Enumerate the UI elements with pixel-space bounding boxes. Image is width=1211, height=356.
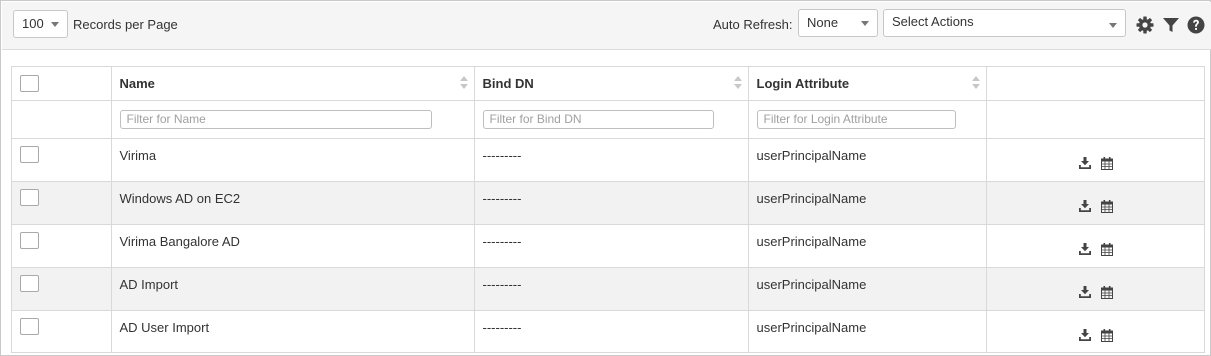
download-icon[interactable] [1078,199,1091,215]
login-attribute-cell: userPrincipalName [748,310,987,353]
auto-refresh-select[interactable]: None [798,9,878,37]
row-select-cell [12,310,112,353]
table-header: Name Bind DN Login Attribute [12,67,1204,100]
calendar-icon[interactable] [1100,285,1113,302]
row-checkbox[interactable] [20,188,39,206]
row-select-cell [12,138,112,181]
login-attribute-text: userPrincipalName [756,319,867,335]
name-cell: Virima Bangalore AD [111,224,475,267]
gear-icon[interactable] [1135,15,1155,35]
download-icon[interactable] [1078,242,1091,258]
table-row[interactable]: AD Import --------- userPrincipalName [12,267,1204,310]
download-icon[interactable] [1078,156,1091,172]
filter-login-attribute-input[interactable] [756,109,956,129]
name-text: AD User Import [119,319,210,335]
chevron-down-icon [861,21,869,26]
login-attribute-text: userPrincipalName [756,147,867,163]
ldap-config-panel: 100 Records per Page Auto Refresh: None … [0,0,1211,356]
column-header-label: Bind DN [482,75,534,91]
chevron-down-icon [51,22,59,27]
column-header-actions [986,67,1204,100]
table-row[interactable]: Virima --------- userPrincipalName [12,138,1204,181]
column-header-name[interactable]: Name [111,67,475,100]
name-text: Virima [119,147,157,163]
calendar-icon[interactable] [1100,242,1113,259]
records-per-page-select[interactable]: 100 [13,10,68,38]
select-all-cell [12,67,112,100]
records-per-page-label: Records per Page [73,17,178,32]
chevron-down-icon [1109,23,1117,28]
bind-dn-text: --------- [482,319,522,335]
row-select-cell [12,267,112,310]
sort-icon[interactable] [971,76,980,90]
name-text: Virima Bangalore AD [119,233,240,249]
column-header-bind-dn[interactable]: Bind DN [474,67,749,100]
login-attribute-text: userPrincipalName [756,190,867,206]
ldap-grid: Name Bind DN Login Attribute Filter for … [11,66,1205,353]
filter-cell [12,100,112,138]
row-checkbox[interactable] [20,145,39,163]
filter-cell [986,100,1204,138]
row-select-cell [12,181,112,224]
sort-icon[interactable] [459,76,468,90]
bind-dn-text: --------- [482,147,522,163]
login-attribute-cell: userPrincipalName [748,224,987,267]
bind-dn-cell: --------- [474,138,749,181]
select-actions-dropdown[interactable]: Select Actions [883,9,1126,37]
filter-cell [748,100,987,138]
name-cell: AD Import [111,267,475,310]
login-attribute-cell: userPrincipalName [748,181,987,224]
row-actions-cell [986,310,1204,353]
column-header-label: Name [119,75,155,91]
bind-dn-text: --------- [482,276,522,292]
select-all-checkbox[interactable] [20,74,39,92]
records-per-page-value: 100 [22,16,44,31]
login-attribute-cell: userPrincipalName [748,267,987,310]
row-select-cell [12,224,112,267]
download-icon[interactable] [1078,285,1091,301]
table-row[interactable]: AD User Import --------- userPrincipalNa… [12,310,1204,353]
bind-dn-cell: --------- [474,224,749,267]
download-icon[interactable] [1078,328,1091,344]
auto-refresh-label: Auto Refresh: [713,17,793,32]
calendar-icon[interactable] [1100,199,1113,216]
name-text: Windows AD on EC2 [119,190,241,206]
row-checkbox[interactable] [20,317,39,335]
column-header-label: Login Attribute [756,75,850,91]
name-cell: Windows AD on EC2 [111,181,475,224]
row-checkbox[interactable] [20,231,39,249]
grid-toolbar: 100 Records per Page Auto Refresh: None … [2,2,1211,50]
name-cell: AD User Import [111,310,475,353]
bind-dn-cell: --------- [474,181,749,224]
row-checkbox[interactable] [20,274,39,292]
row-actions-cell [986,181,1204,224]
auto-refresh-value: None [807,15,839,30]
name-text: AD Import [119,276,179,292]
login-attribute-text: userPrincipalName [756,233,867,249]
sort-icon[interactable] [733,76,742,90]
select-actions-value: Select Actions [892,14,974,29]
filter-icon[interactable] [1161,15,1181,35]
login-attribute-text: userPrincipalName [756,276,867,292]
row-actions-cell [986,267,1204,310]
filter-bind-dn-input[interactable] [482,109,714,129]
calendar-icon[interactable] [1100,156,1113,173]
bind-dn-text: --------- [482,190,522,206]
help-icon[interactable] [1186,15,1206,35]
bind-dn-cell: --------- [474,310,749,353]
calendar-icon[interactable] [1100,328,1113,345]
row-actions-cell [986,138,1204,181]
login-attribute-cell: userPrincipalName [748,138,987,181]
filter-cell [111,100,475,138]
bind-dn-text: --------- [482,233,522,249]
filter-cell [474,100,749,138]
row-actions-cell [986,224,1204,267]
filter-name-input[interactable] [119,109,432,129]
table-row[interactable]: Virima Bangalore AD --------- userPrinci… [12,224,1204,267]
table-row[interactable]: Windows AD on EC2 --------- userPrincipa… [12,181,1204,224]
column-header-login-attribute[interactable]: Login Attribute [748,67,987,100]
name-cell: Virima [111,138,475,181]
filter-row [12,100,1204,138]
bind-dn-cell: --------- [474,267,749,310]
